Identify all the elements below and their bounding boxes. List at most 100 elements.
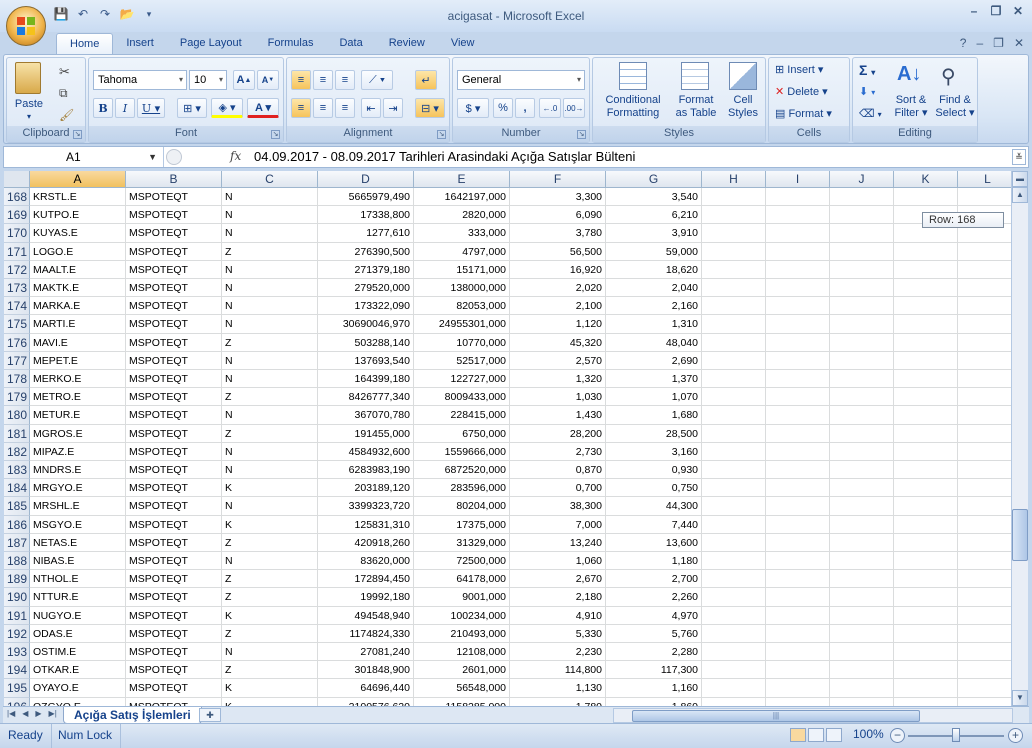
cell-a[interactable]: MARKA.E xyxy=(30,297,126,316)
cell-h[interactable] xyxy=(702,242,766,261)
column-header-l[interactable]: L xyxy=(958,171,1011,188)
cell-c[interactable]: N xyxy=(222,188,318,207)
row-header[interactable]: 180 xyxy=(4,406,30,425)
cell-a[interactable]: MARTI.E xyxy=(30,315,126,334)
cell-g[interactable]: 0,750 xyxy=(606,479,702,498)
cell-c[interactable]: Z xyxy=(222,570,318,589)
cell-e[interactable]: 9001,000 xyxy=(414,588,510,607)
grow-font-button[interactable]: A ▲ xyxy=(233,70,255,90)
cell-g[interactable]: 18,620 xyxy=(606,260,702,279)
column-header-f[interactable]: F xyxy=(510,171,606,188)
column-header-a[interactable]: A xyxy=(30,171,126,188)
comma-style-button[interactable]: , xyxy=(515,98,535,118)
cell-d[interactable]: 4584932,600 xyxy=(318,442,414,461)
find-select-button[interactable]: Find & Select ▾ xyxy=(933,94,977,120)
autosum-button[interactable]: Σ ▾ xyxy=(859,63,875,79)
cell-c[interactable]: N xyxy=(222,260,318,279)
cell-e[interactable]: 8009433,000 xyxy=(414,388,510,407)
cell-a[interactable]: OTKAR.E xyxy=(30,661,126,680)
cell-a[interactable]: MIPAZ.E xyxy=(30,442,126,461)
cell-a[interactable]: NTTUR.E xyxy=(30,588,126,607)
cell-i[interactable] xyxy=(766,588,830,607)
cell-a[interactable]: MERKO.E xyxy=(30,370,126,389)
cell-f[interactable]: 45,320 xyxy=(510,333,606,352)
align-center-button[interactable]: ≡ xyxy=(313,98,333,118)
cell-j[interactable] xyxy=(830,388,894,407)
cell-a[interactable]: NTHOL.E xyxy=(30,570,126,589)
align-middle-button[interactable]: ≡ xyxy=(313,70,333,90)
merge-center-button[interactable]: ⊟ ▾ xyxy=(415,98,445,118)
insert-sheet-icon[interactable]: ✚ xyxy=(199,708,221,722)
cell-j[interactable] xyxy=(830,297,894,316)
page-break-view-button[interactable] xyxy=(826,728,842,742)
cell-k[interactable] xyxy=(894,333,958,352)
cell-i[interactable] xyxy=(766,297,830,316)
cell-k[interactable] xyxy=(894,606,958,625)
formula-bar-expand-icon[interactable] xyxy=(166,149,182,165)
number-launcher-icon[interactable]: ↘ xyxy=(577,130,586,139)
cell-d[interactable]: 173322,090 xyxy=(318,297,414,316)
cell-a[interactable]: LOGO.E xyxy=(30,242,126,261)
cell-h[interactable] xyxy=(702,224,766,243)
row-header[interactable]: 175 xyxy=(4,315,30,334)
cell-g[interactable]: 4,970 xyxy=(606,606,702,625)
cell-g[interactable]: 2,160 xyxy=(606,297,702,316)
cell-b[interactable]: MSPOTEQT xyxy=(126,424,222,443)
cell-i[interactable] xyxy=(766,188,830,207)
cell-h[interactable] xyxy=(702,406,766,425)
cell-k[interactable] xyxy=(894,588,958,607)
font-size-select[interactable]: 10 ▾ xyxy=(189,70,227,90)
row-header[interactable]: 181 xyxy=(4,424,30,443)
row-header[interactable]: 189 xyxy=(4,570,30,589)
cell-d[interactable]: 503288,140 xyxy=(318,333,414,352)
cell-g[interactable]: 2,260 xyxy=(606,588,702,607)
cell-g[interactable]: 2,280 xyxy=(606,643,702,662)
cell-e[interactable]: 56548,000 xyxy=(414,679,510,698)
cell-l[interactable] xyxy=(958,679,1011,698)
cell-c[interactable]: N xyxy=(222,442,318,461)
row-header[interactable]: 185 xyxy=(4,497,30,516)
cell-d[interactable]: 19992,180 xyxy=(318,588,414,607)
cell-a[interactable]: NETAS.E xyxy=(30,533,126,552)
tab-insert[interactable]: Insert xyxy=(113,33,167,55)
font-color-button[interactable]: A ▾ xyxy=(247,98,279,118)
cell-j[interactable] xyxy=(830,643,894,662)
cell-j[interactable] xyxy=(830,461,894,480)
cell-styles-icon[interactable] xyxy=(729,62,757,90)
cell-k[interactable] xyxy=(894,260,958,279)
cell-b[interactable]: MSPOTEQT xyxy=(126,260,222,279)
cell-a[interactable]: MRGYO.E xyxy=(30,479,126,498)
last-sheet-icon[interactable]: ▶| xyxy=(49,709,57,718)
cell-d[interactable]: 17338,800 xyxy=(318,206,414,225)
cell-d[interactable]: 172894,450 xyxy=(318,570,414,589)
cell-l[interactable] xyxy=(958,425,1011,443)
select-all-button[interactable] xyxy=(4,171,30,188)
cell-e[interactable]: 1642197,000 xyxy=(414,188,510,207)
cell-l[interactable] xyxy=(958,352,1011,370)
cell-i[interactable] xyxy=(766,388,830,407)
font-launcher-icon[interactable]: ↘ xyxy=(271,130,280,139)
cell-c[interactable]: N xyxy=(222,206,318,225)
vertical-scroll-thumb[interactable] xyxy=(1012,509,1028,561)
formula-content[interactable]: 04.09.2017 - 08.09.2017 Tarihleri Arasin… xyxy=(254,147,635,167)
borders-button[interactable]: ⊞ ▾ xyxy=(177,98,207,118)
cell-g[interactable]: 1,180 xyxy=(606,552,702,571)
cell-k[interactable] xyxy=(894,297,958,316)
cell-k[interactable] xyxy=(894,188,958,207)
cell-i[interactable] xyxy=(766,406,830,425)
cell-d[interactable]: 1174824,330 xyxy=(318,624,414,643)
row-header[interactable]: 179 xyxy=(4,388,30,407)
cell-l[interactable] xyxy=(958,643,1011,662)
cell-e[interactable]: 24955301,000 xyxy=(414,315,510,334)
cell-g[interactable]: 48,040 xyxy=(606,333,702,352)
cell-d[interactable]: 137693,540 xyxy=(318,351,414,370)
cell-c[interactable]: N xyxy=(222,224,318,243)
cell-h[interactable] xyxy=(702,606,766,625)
cell-f[interactable]: 1,130 xyxy=(510,679,606,698)
cell-h[interactable] xyxy=(702,643,766,662)
cell-f[interactable]: 1,320 xyxy=(510,370,606,389)
cell-e[interactable]: 64178,000 xyxy=(414,570,510,589)
cell-i[interactable] xyxy=(766,661,830,680)
cell-i[interactable] xyxy=(766,224,830,243)
cell-c[interactable]: N xyxy=(222,315,318,334)
